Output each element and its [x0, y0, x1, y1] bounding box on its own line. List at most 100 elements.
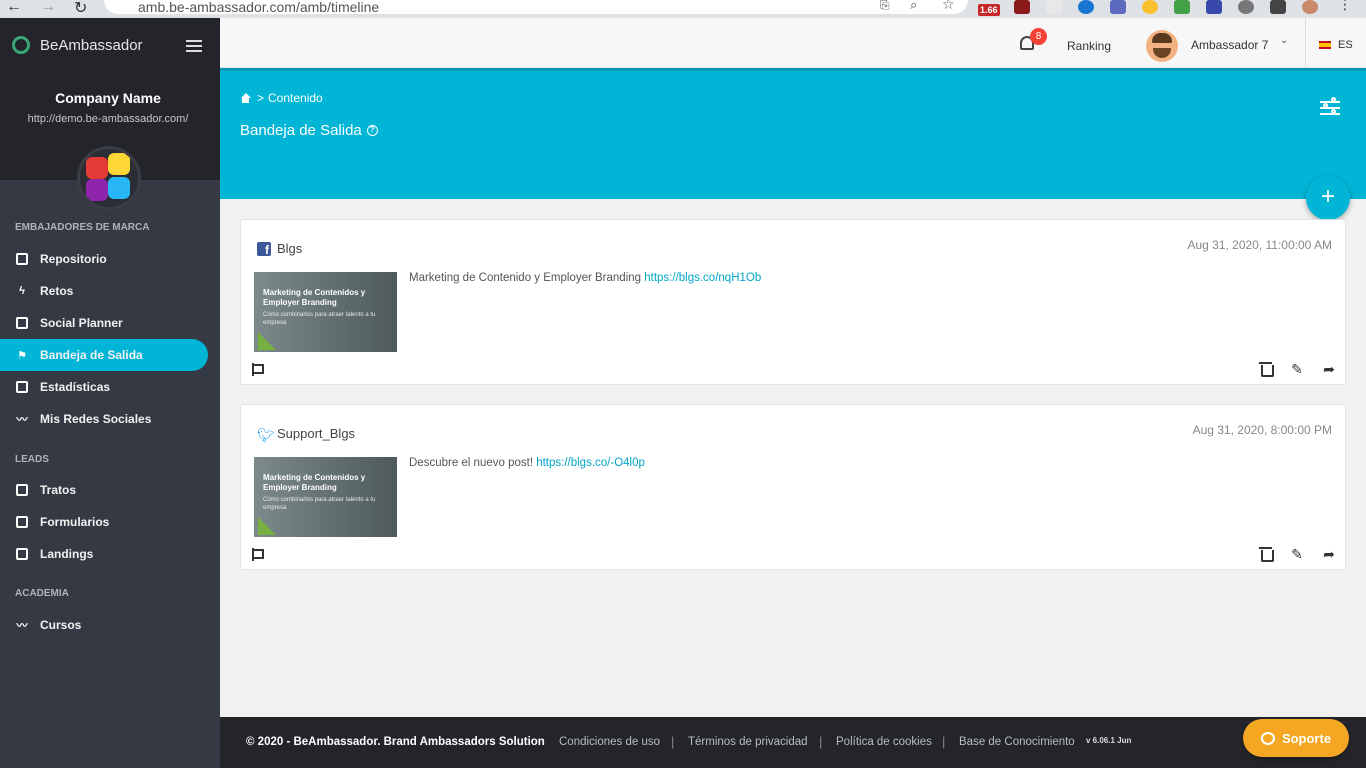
edit-icon[interactable]: ✎	[1289, 546, 1305, 562]
breadcrumb-item[interactable]: Contenido	[268, 91, 323, 105]
extension-icon[interactable]	[1110, 0, 1126, 14]
post-thumbnail[interactable]: Marketing de Contenidos y Employer Brand…	[254, 457, 397, 537]
pdf-extension-icon[interactable]	[1014, 0, 1030, 14]
footer-separator: |	[942, 734, 946, 749]
add-post-button[interactable]: +	[1306, 176, 1350, 220]
menu-kebab-icon[interactable]: ⋮	[1338, 0, 1352, 13]
share-icon[interactable]: ➦	[1321, 361, 1337, 377]
brand-name: BeAmbassador	[40, 36, 143, 54]
star-icon[interactable]: ☆	[942, 0, 955, 13]
sidebar-item-bandeja-de-salida[interactable]: ⚑ Bandeja de Salida	[0, 339, 208, 371]
landing-icon	[16, 548, 28, 560]
trash-icon[interactable]	[1258, 546, 1274, 562]
share-icon[interactable]: ➦	[1321, 546, 1337, 562]
filters-icon[interactable]	[1320, 97, 1340, 115]
brand-logo-icon	[12, 36, 30, 54]
post-link[interactable]: https://blgs.co/nqH1Ob	[644, 272, 761, 284]
post-link[interactable]: https://blgs.co/-O4l0p	[536, 457, 645, 469]
thumbnail-title: Marketing de Contenidos y Employer Brand…	[263, 288, 366, 307]
sidebar-item-retos[interactable]: ϟ Retos	[0, 275, 208, 307]
extension-icon[interactable]	[1142, 0, 1158, 14]
footer-link-conditions[interactable]: Condiciones de uso	[559, 736, 660, 748]
trend-icon: 〰	[16, 620, 28, 632]
sidebar-item-label: Social Planner	[40, 316, 123, 330]
help-icon[interactable]: ?	[366, 125, 378, 136]
logo-piece	[86, 179, 108, 201]
page-banner: > Contenido Bandeja de Salida ?	[220, 68, 1366, 199]
extension-icon[interactable]	[1238, 0, 1254, 14]
edit-icon[interactable]: ✎	[1289, 361, 1305, 377]
profile-icon[interactable]	[1302, 0, 1318, 14]
chevron-down-icon[interactable]: ⌄	[1280, 35, 1288, 46]
forward-icon[interactable]: →	[40, 0, 56, 16]
notification-badge: 8	[1030, 28, 1047, 45]
support-button[interactable]: Soporte	[1243, 719, 1349, 757]
spain-flag-icon[interactable]	[1319, 41, 1331, 49]
section-title-embajadores: EMBAJADORES DE MARCA	[15, 222, 150, 233]
sidebar-item-repositorio[interactable]: Repositorio	[0, 243, 208, 275]
footer-link-knowledge-base[interactable]: Base de Conocimiento	[959, 736, 1075, 748]
post-card: 🐦︎ Support_Blgs Aug 31, 2020, 8:00:00 PM…	[240, 404, 1346, 570]
thumbnail-accent	[258, 517, 276, 535]
post-thumbnail[interactable]: Marketing de Contenidos y Employer Brand…	[254, 272, 397, 352]
avatar[interactable]	[1146, 30, 1178, 62]
post-date: Aug 31, 2020, 8:00:00 PM	[1192, 423, 1332, 437]
extension-badge[interactable]: 1.66	[978, 4, 1000, 16]
filter-knob	[1323, 103, 1328, 108]
address-bar[interactable]: amb.be-ambassador.com/amb/timeline ⎘ ⌕ ☆	[104, 0, 968, 15]
sidebar-item-mis-redes-sociales[interactable]: 〰 Mis Redes Sociales	[0, 403, 208, 435]
brand[interactable]: BeAmbassador	[12, 36, 143, 54]
translate-icon[interactable]: ⎘	[880, 0, 890, 13]
calendar-icon	[16, 317, 28, 329]
chart-icon	[16, 381, 28, 393]
sidebar-item-label: Bandeja de Salida	[40, 348, 143, 362]
bolt-icon: ϟ	[19, 285, 25, 297]
sidebar-item-label: Estadísticas	[40, 380, 111, 394]
footer-separator: |	[671, 734, 675, 749]
divider	[1305, 18, 1306, 68]
account-name: Support_Blgs	[277, 426, 356, 441]
post-text: Marketing de Contenido y Employer Brandi…	[409, 272, 761, 284]
avatar-beard	[1153, 48, 1171, 58]
company-url[interactable]: http://demo.be-ambassador.com/	[0, 113, 216, 125]
sidebar-item-formularios[interactable]: Formularios	[0, 506, 208, 538]
trash-icon[interactable]	[1258, 361, 1274, 377]
user-menu[interactable]: Ambassador 7	[1191, 38, 1268, 52]
post-date: Aug 31, 2020, 11:00:00 AM	[1187, 238, 1332, 252]
trend-icon: 〰	[16, 414, 28, 426]
home-icon[interactable]	[240, 93, 251, 103]
sidebar-item-label: Formularios	[40, 515, 110, 529]
sidebar-item-social-planner[interactable]: Social Planner	[0, 307, 208, 339]
search-icon[interactable]: ⌕	[910, 0, 917, 13]
sidebar-item-cursos[interactable]: 〰 Cursos	[0, 609, 208, 641]
sidebar-item-estadisticas[interactable]: Estadísticas	[0, 371, 208, 403]
support-label: Soporte	[1281, 730, 1332, 746]
flag-icon: ⚑	[17, 349, 27, 362]
account-name: Blgs	[277, 241, 303, 256]
flag-icon[interactable]	[252, 548, 264, 561]
sidebar-item-label: Mis Redes Sociales	[40, 412, 152, 426]
language-selector[interactable]: ES	[1338, 39, 1353, 51]
footer-link-cookies[interactable]: Política de cookies	[836, 736, 932, 748]
post-text: Descubre el nuevo post! https://blgs.co/…	[409, 457, 645, 469]
puzzle-icon[interactable]	[1270, 0, 1286, 14]
ranking-link[interactable]: Ranking	[1067, 39, 1111, 53]
sidebar-item-label: Cursos	[40, 618, 82, 632]
filter-knob	[1331, 97, 1336, 102]
sidebar-item-landings[interactable]: Landings	[0, 538, 208, 570]
extension-icon[interactable]	[1206, 0, 1222, 14]
url-text: amb.be-ambassador.com/amb/timeline	[138, 0, 380, 15]
reload-icon[interactable]: ↻	[74, 0, 87, 18]
extension-icon[interactable]	[1046, 0, 1062, 14]
footer-link-privacy[interactable]: Términos de privacidad	[688, 736, 808, 748]
page-title: Bandeja de Salida ?	[240, 122, 378, 139]
extension-icon[interactable]	[1078, 0, 1094, 14]
filter-knob	[1331, 109, 1336, 114]
list-icon	[16, 253, 28, 265]
back-icon[interactable]: ←	[6, 0, 22, 16]
sidebar-item-tratos[interactable]: Tratos	[0, 474, 208, 506]
hamburger-menu-icon[interactable]	[186, 40, 202, 52]
extension-icon[interactable]	[1174, 0, 1190, 14]
copyright: © 2020 - BeAmbassador. Brand Ambassadors…	[246, 736, 545, 748]
flag-icon[interactable]	[252, 363, 264, 376]
